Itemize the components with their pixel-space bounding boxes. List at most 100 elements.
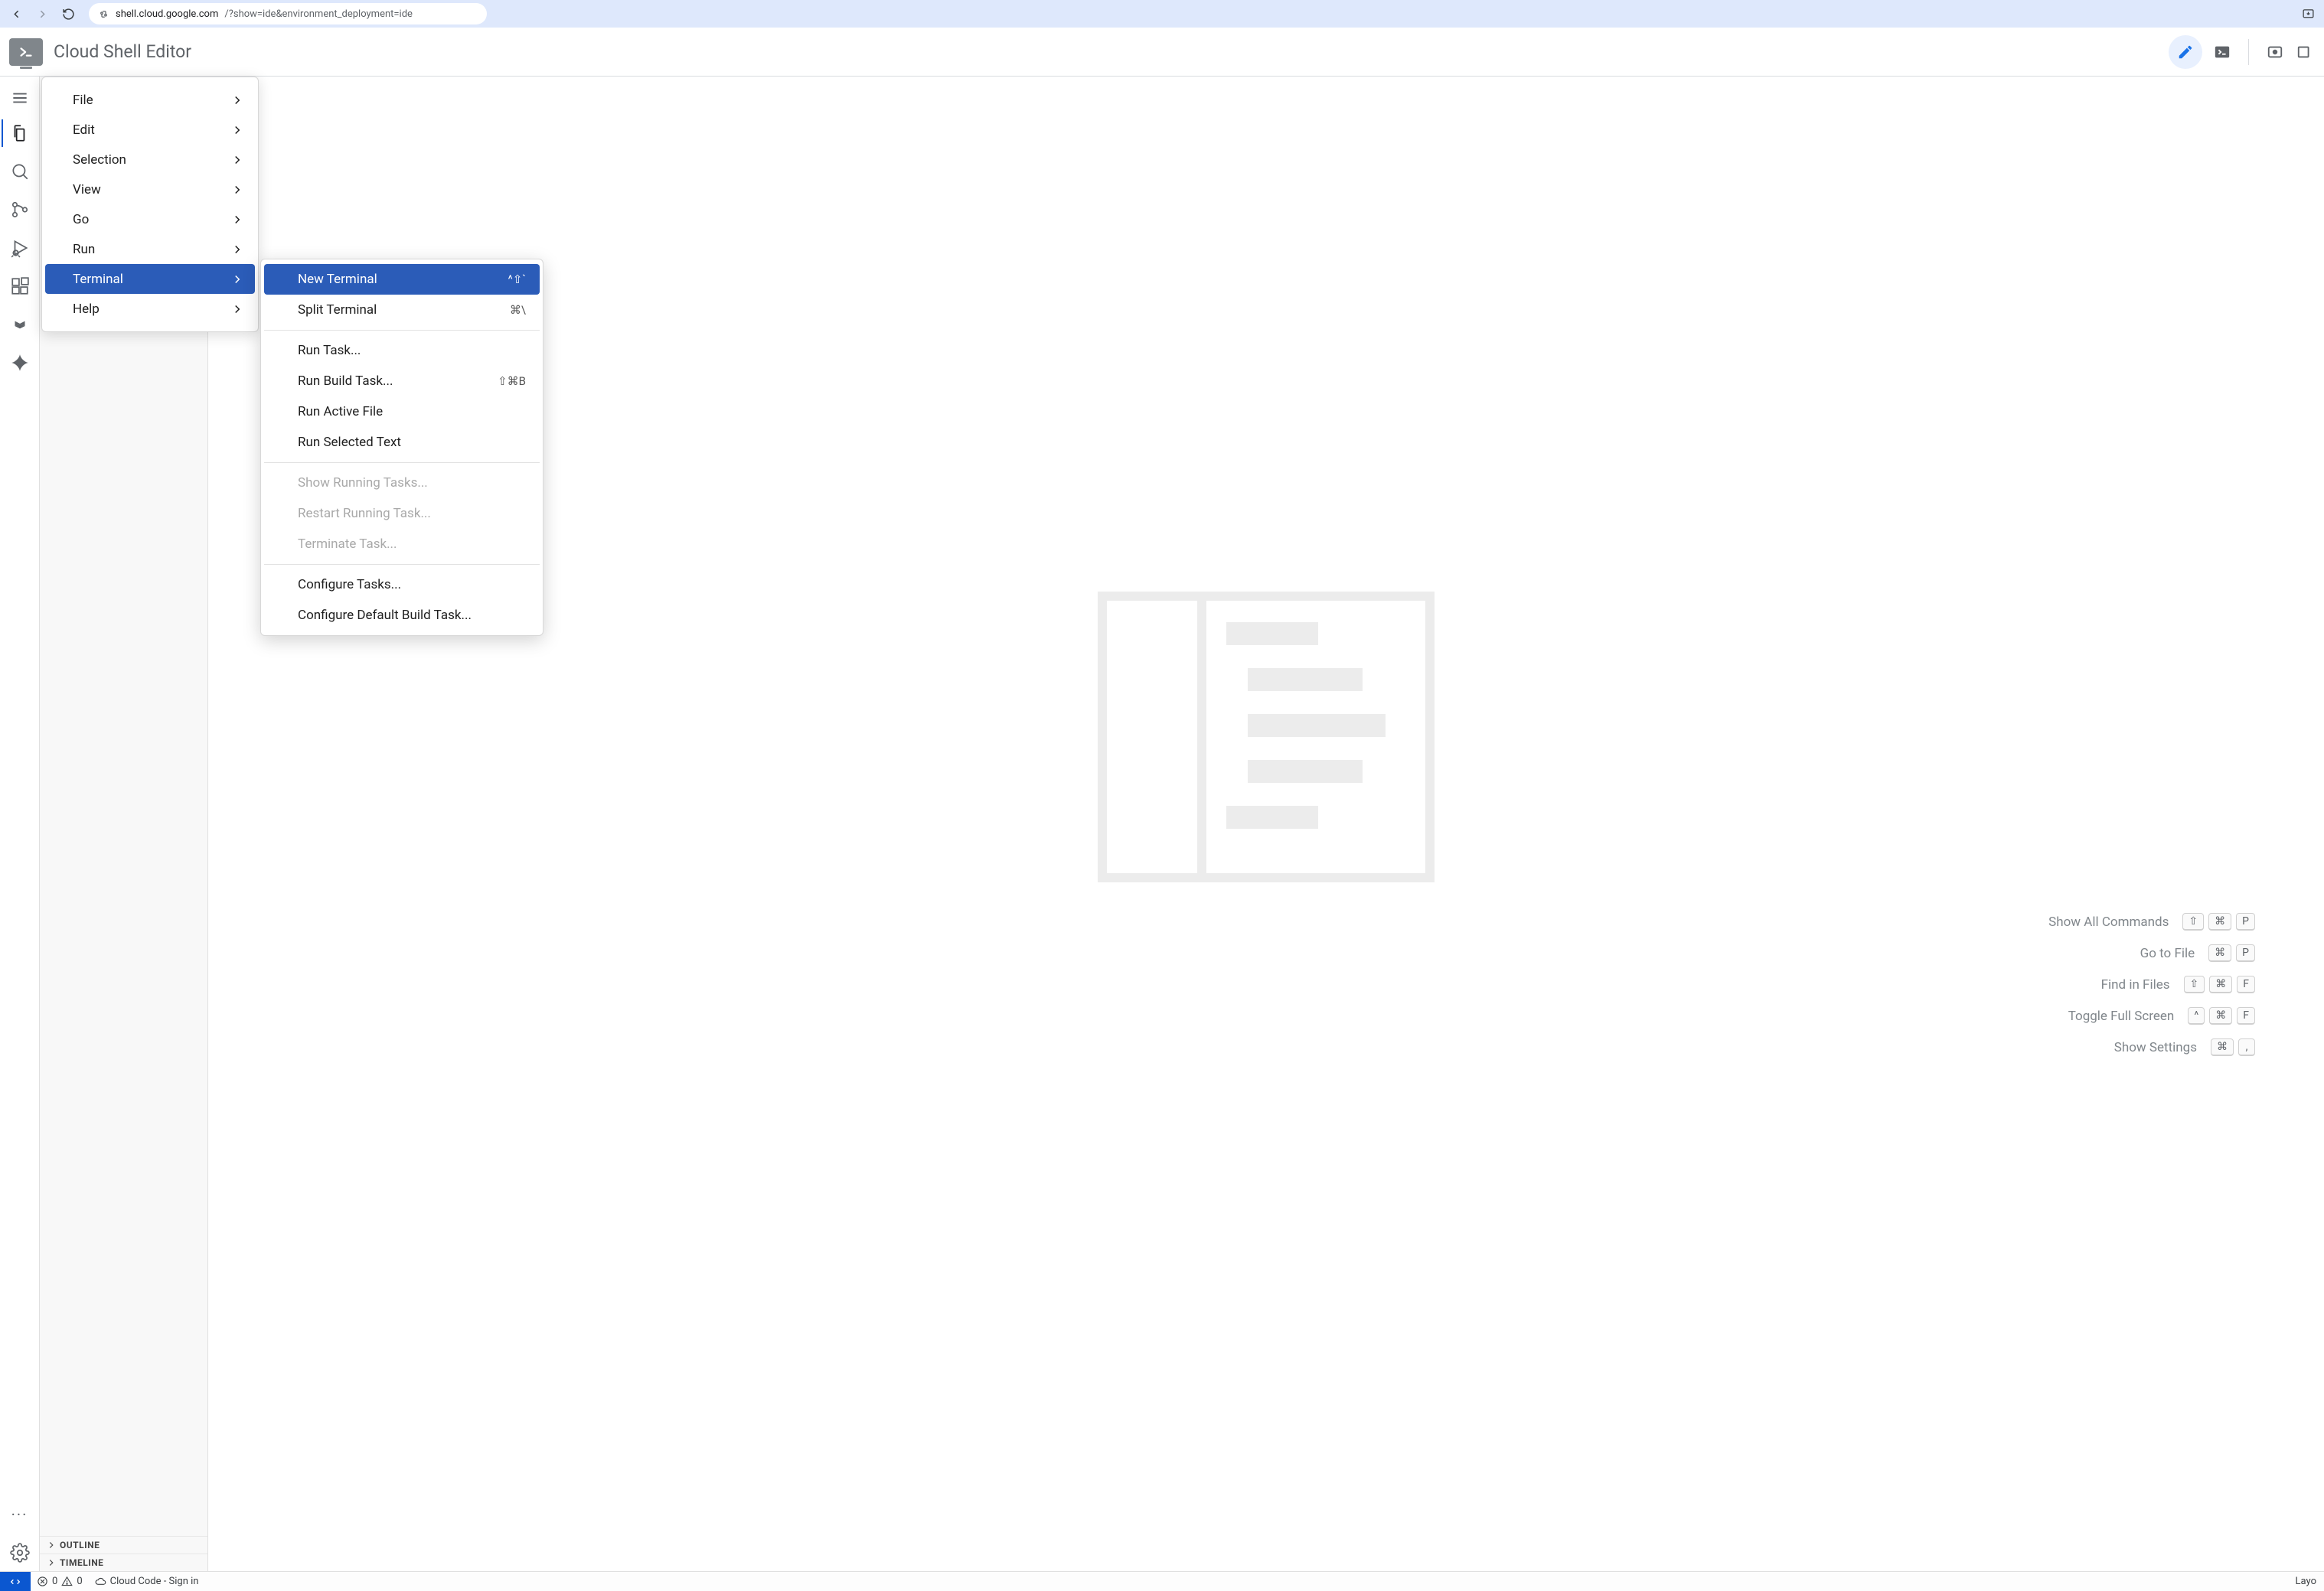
command-label: Go to File [2140, 946, 2195, 961]
hamburger-menu-button[interactable] [2, 83, 38, 113]
site-info-icon [98, 8, 109, 20]
gemini-button[interactable] [2, 344, 38, 381]
submenu-item-label: Split Terminal [298, 302, 377, 318]
source-control-button[interactable] [2, 191, 38, 228]
menu-item-edit[interactable]: Edit [45, 115, 255, 145]
keycap: ⇧ [2182, 913, 2204, 931]
keycap: ⌘ [2208, 913, 2231, 931]
keycap: , [2238, 1038, 2255, 1056]
browser-toolbar: shell.cloud.google.com/?show=ide&environ… [0, 0, 2324, 28]
menu-item-label: Go [73, 212, 89, 227]
welcome-commands: Show All Commands⇧⌘PGo to File⌘PFind in … [208, 913, 2324, 1056]
app-logo: Cloud Shell Editor [9, 38, 191, 66]
app-header: Cloud Shell Editor [0, 28, 2324, 77]
keycap: P [2236, 944, 2255, 962]
submenu-item[interactable]: Run Selected Text [264, 427, 540, 458]
cloud-code-signin[interactable]: Cloud Code - Sign in [89, 1572, 205, 1591]
menu-item-file[interactable]: File [45, 85, 255, 115]
menu-item-label: Help [73, 302, 100, 317]
back-button[interactable] [5, 2, 28, 25]
menu-item-view[interactable]: View [45, 174, 255, 204]
chevron-right-icon [230, 123, 244, 137]
submenu-item-label: New Terminal [298, 272, 377, 287]
app-title: Cloud Shell Editor [54, 41, 191, 62]
welcome-command[interactable]: Find in Files⇧⌘F [2101, 976, 2255, 993]
search-button[interactable] [2, 153, 38, 190]
error-icon [37, 1576, 48, 1587]
timeline-section[interactable]: TIMELINE [40, 1554, 207, 1571]
menu-item-label: Terminal [73, 272, 123, 287]
chevron-right-icon [230, 153, 244, 167]
url-bar[interactable]: shell.cloud.google.com/?show=ide&environ… [89, 3, 487, 24]
outline-section[interactable]: OUTLINE [40, 1536, 207, 1554]
keycap: ⌘ [2209, 1007, 2232, 1025]
command-keys: ⇧⌘P [2182, 913, 2255, 931]
menu-item-label: Run [73, 242, 95, 257]
submenu-item-label: Restart Running Task... [298, 506, 431, 521]
status-right-text[interactable]: Layo [2288, 1576, 2324, 1587]
ide-body: ··· OUTLINE TIMELINE [0, 77, 2324, 1571]
remote-indicator[interactable] [0, 1572, 31, 1591]
chevron-right-icon [230, 93, 244, 107]
empty-state-graphic [1098, 592, 1435, 882]
menu-separator [264, 564, 540, 565]
submenu-item[interactable]: New Terminal ^⇧` [264, 264, 540, 295]
keycap: ⌘ [2211, 1038, 2234, 1056]
command-keys: ⌘P [2208, 944, 2255, 962]
welcome-command[interactable]: Show All Commands⇧⌘P [2048, 913, 2255, 931]
keycap: F [2237, 1007, 2255, 1025]
run-debug-button[interactable] [2, 230, 38, 266]
submenu-item[interactable]: Configure Tasks... [264, 569, 540, 600]
menu-item-help[interactable]: Help [45, 294, 255, 324]
welcome-command[interactable]: Show Settings⌘, [2114, 1038, 2255, 1056]
open-window-button[interactable] [2295, 35, 2315, 69]
terminal-logo-icon [9, 38, 43, 66]
submenu-item[interactable]: Run Task... [264, 335, 540, 366]
submenu-item-label: Configure Default Build Task... [298, 608, 472, 623]
explorer-button[interactable] [2, 115, 38, 152]
submenu-item[interactable]: Run Active File [264, 396, 540, 427]
menu-item-label: File [73, 93, 93, 108]
welcome-command[interactable]: Go to File⌘P [2140, 944, 2255, 962]
outline-label: OUTLINE [60, 1540, 100, 1550]
command-keys: ^⌘F [2188, 1007, 2255, 1025]
cloud-code-label: Cloud Code - Sign in [110, 1576, 199, 1587]
warning-count: 0 [77, 1576, 82, 1587]
main-menu: File Edit Selection View Go Run Terminal Help [41, 77, 259, 332]
menu-item-label: View [73, 182, 101, 197]
keycap: ⇧ [2184, 976, 2205, 993]
warning-icon [61, 1576, 73, 1587]
install-app-button[interactable] [2296, 2, 2319, 25]
command-label: Find in Files [2101, 977, 2170, 993]
more-actions-button[interactable]: ··· [2, 1496, 38, 1533]
terminal-mode-button[interactable] [2205, 35, 2239, 69]
keyboard-shortcut: ^⇧` [508, 272, 526, 286]
submenu-item[interactable]: Split Terminal ⌘\ [264, 295, 540, 325]
problems-indicator[interactable]: 0 0 [31, 1572, 89, 1591]
welcome-command[interactable]: Toggle Full Screen^⌘F [2068, 1007, 2255, 1025]
keycap: ⌘ [2209, 976, 2232, 993]
menu-item-selection[interactable]: Selection [45, 145, 255, 174]
chevron-right-icon [46, 1557, 57, 1568]
reload-button[interactable] [57, 2, 80, 25]
submenu-item: Restart Running Task... [264, 498, 540, 529]
menu-item-terminal[interactable]: Terminal [45, 264, 255, 294]
forward-button[interactable] [31, 2, 54, 25]
terminal-submenu: New Terminal ^⇧` Split Terminal ⌘\ Run Task.… [260, 259, 543, 636]
menu-item-run[interactable]: Run [45, 234, 255, 264]
menu-item-label: Edit [73, 122, 95, 138]
extensions-button[interactable] [2, 268, 38, 305]
cloud-code-button[interactable] [2, 306, 38, 343]
submenu-item-label: Configure Tasks... [298, 577, 401, 592]
keyboard-shortcut: ⌘\ [510, 303, 526, 317]
keycap: ⌘ [2208, 944, 2231, 962]
submenu-item[interactable]: Run Build Task...⇧⌘B [264, 366, 540, 396]
editor-mode-button[interactable] [2169, 35, 2202, 69]
submenu-item[interactable]: Configure Default Build Task... [264, 600, 540, 631]
preview-button[interactable] [2258, 35, 2292, 69]
header-divider [2248, 39, 2249, 65]
chevron-right-icon [230, 243, 244, 256]
menu-item-go[interactable]: Go [45, 204, 255, 234]
settings-gear-button[interactable] [2, 1534, 38, 1571]
chevron-right-icon [230, 213, 244, 227]
